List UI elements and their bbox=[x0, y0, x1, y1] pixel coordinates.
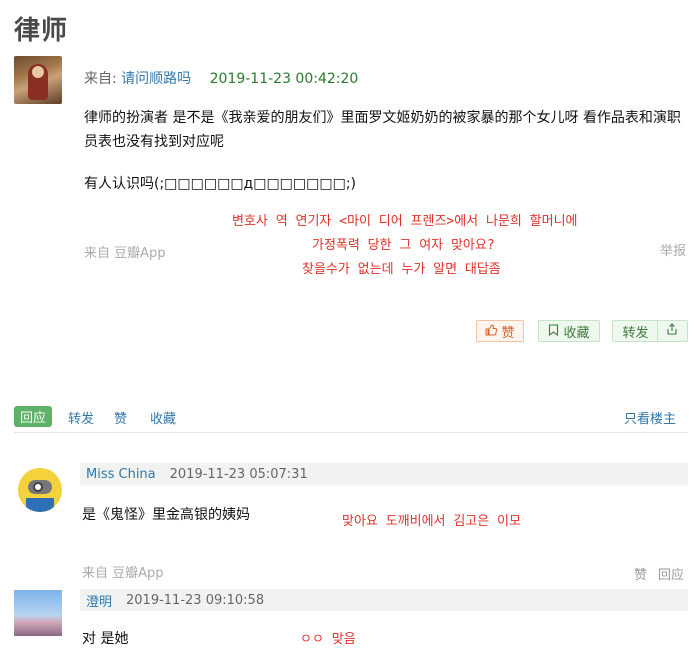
favorite-button-label: 收藏 bbox=[563, 325, 590, 341]
tab-op-only[interactable]: 只看楼主 bbox=[624, 408, 676, 427]
comment-header-1: Miss China 2019-11-23 05:07:31 bbox=[80, 463, 688, 485]
comment-reply-1[interactable]: 回应 bbox=[658, 564, 684, 583]
avatar-overalls bbox=[26, 498, 54, 512]
tab-share[interactable]: 转发 bbox=[68, 408, 94, 427]
like-button[interactable]: 赞 bbox=[476, 320, 524, 342]
comment-tabs: 回应 转发 赞 收藏 只看楼主 bbox=[14, 406, 688, 433]
comment-like-1[interactable]: 赞 bbox=[634, 564, 647, 583]
share-button-label: 转发 bbox=[622, 325, 649, 341]
post-content: 律师的扮演者 是不是《我亲爱的朋友们》里面罗文姬奶奶的被家暴的那个女儿呀 看作品… bbox=[84, 106, 684, 196]
post-source: 来自 豆瓣App bbox=[84, 246, 166, 261]
comment-korean-1: 맞아요 도깨비에서 김고은 이모 bbox=[342, 514, 521, 529]
comment-source-1: 来自 豆瓣App bbox=[82, 566, 164, 581]
post-meta: 来自: 请问顺路吗 2019-11-23 00:42:20 bbox=[84, 68, 358, 88]
favorite-button[interactable]: 收藏 bbox=[538, 320, 600, 342]
post-paragraph-1: 律师的扮演者 是不是《我亲爱的朋友们》里面罗文姬奶奶的被家暴的那个女儿呀 看作品… bbox=[84, 110, 681, 150]
korean-annotation-line-2: 가정폭력 당한 그 여자 맞아요? bbox=[312, 238, 495, 253]
comment-korean-2: ㅇㅇ 맞음 bbox=[300, 632, 356, 647]
comment-author-1[interactable]: Miss China bbox=[86, 467, 156, 482]
comment-avatar-1[interactable] bbox=[18, 468, 62, 512]
post-author-avatar[interactable] bbox=[14, 56, 62, 104]
comment-header-2: 澄明 2019-11-23 09:10:58 bbox=[80, 589, 688, 611]
bookmark-icon bbox=[548, 323, 559, 339]
comment-author-2[interactable]: 澄明 bbox=[86, 591, 112, 610]
share-divider bbox=[656, 320, 658, 342]
from-label: 来自: bbox=[84, 71, 117, 87]
avatar-eye bbox=[33, 482, 43, 492]
thumbs-up-icon bbox=[485, 323, 498, 339]
comment-text-2: 对 是她 bbox=[82, 631, 129, 647]
share-icon[interactable] bbox=[666, 323, 678, 339]
comment-text-1: 是《鬼怪》里金高银的姨妈 bbox=[82, 507, 250, 523]
comment-time-2: 2019-11-23 09:10:58 bbox=[126, 592, 265, 608]
korean-annotation-line-1: 변호사 역 연기자 <마이 디어 프렌즈>에서 나문희 할머니에 bbox=[232, 214, 578, 229]
korean-annotation-line-3: 찾을수가 없는데 누가 알면 대답좀 bbox=[302, 262, 501, 277]
post-author-link[interactable]: 请问顺路吗 bbox=[121, 71, 191, 87]
avatar-face bbox=[32, 66, 44, 78]
like-button-label: 赞 bbox=[501, 325, 515, 341]
post-time: 2019-11-23 00:42:20 bbox=[209, 71, 359, 87]
tab-reply[interactable]: 回应 bbox=[14, 406, 53, 427]
tab-favorite[interactable]: 收藏 bbox=[150, 408, 176, 427]
comment-avatar-2[interactable] bbox=[14, 590, 62, 636]
page-title: 律师 bbox=[14, 16, 69, 46]
post-paragraph-2: 有人认识吗(;□□□□□□д□□□□□□□;) bbox=[84, 176, 356, 192]
comment-time-1: 2019-11-23 05:07:31 bbox=[169, 466, 308, 482]
tab-like[interactable]: 赞 bbox=[114, 408, 127, 427]
share-button[interactable]: 转发 bbox=[612, 320, 688, 342]
report-link[interactable]: 举报 bbox=[660, 240, 686, 259]
